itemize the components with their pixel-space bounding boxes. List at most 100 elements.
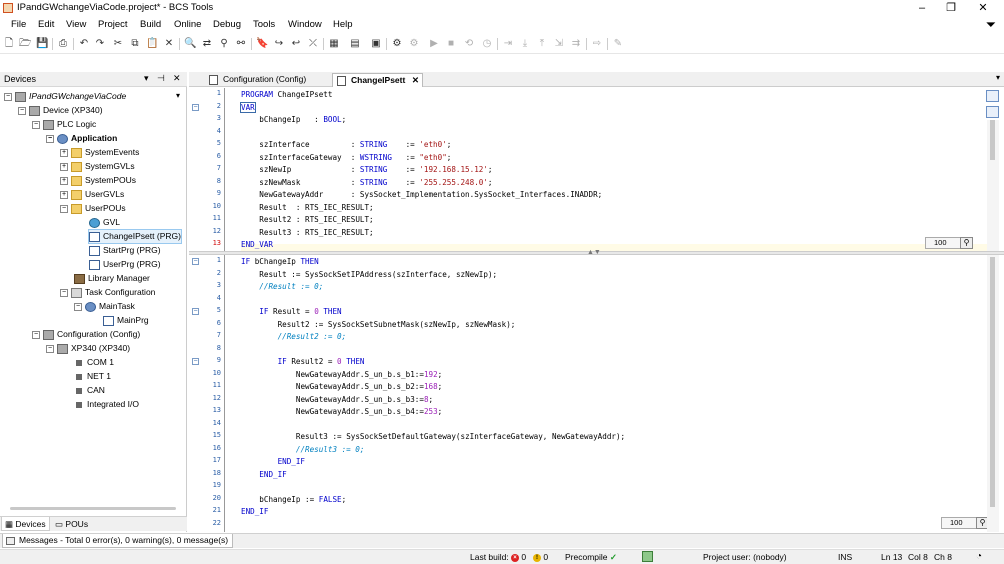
code-line[interactable]: IF bChangeIp THEN — [241, 256, 319, 268]
close-tab-icon[interactable]: ✕ — [412, 74, 419, 87]
code-line[interactable]: //Result := 0; — [241, 281, 323, 293]
menu-window[interactable]: Window — [288, 19, 322, 30]
pin-icon[interactable]: ⊣ — [157, 73, 165, 84]
settings-icon[interactable]: ◔ — [976, 551, 982, 562]
code-line[interactable]: NewGatewayAddr : SysSocket_Implementatio… — [241, 189, 602, 201]
textual-view-icon[interactable] — [986, 90, 999, 102]
device-scan-icon[interactable]: ▣ — [370, 38, 382, 50]
tree-node-project[interactable]: − IPandGWchangeViaCode — [4, 90, 126, 103]
tree-node-gvl[interactable]: GVL — [89, 216, 120, 229]
code-line[interactable]: //Result2 := 0; — [241, 331, 347, 343]
collapse-icon[interactable]: − — [60, 204, 68, 213]
error-count[interactable]: × 0 — [511, 552, 526, 562]
expand-icon[interactable]: + — [60, 148, 68, 157]
print-icon[interactable]: ⎙ — [57, 38, 69, 50]
menu-help[interactable]: Help — [333, 19, 353, 30]
expand-icon[interactable]: + — [60, 190, 68, 199]
tree-node-integrated-io[interactable]: Integrated I/O — [74, 398, 139, 411]
paste-icon[interactable]: 📋 — [146, 38, 158, 50]
declaration-code[interactable]: PROGRAM ChangeIPsett VAR bChangeIp : BOOL… — [240, 88, 987, 251]
menu-file[interactable]: File — [11, 19, 26, 30]
write-values-icon[interactable]: ✎ — [612, 38, 624, 50]
code-line[interactable]: Result2 : RTS_IEC_RESULT; — [241, 214, 373, 226]
minimize-button[interactable]: – — [912, 1, 932, 15]
tree-node-startprg[interactable]: StartPrg (PRG) — [89, 244, 161, 257]
maximize-button[interactable]: ❐ — [941, 1, 961, 15]
code-line[interactable]: NewGatewayAddr.S_un_b.s_b3:=8; — [241, 394, 433, 406]
fold-toggle-icon[interactable]: − — [192, 358, 199, 365]
tree-node-application[interactable]: − Application — [46, 132, 117, 145]
code-line[interactable]: END_IF — [241, 506, 268, 518]
next-bookmark-icon[interactable]: ↪ — [273, 38, 285, 50]
undo-icon[interactable]: ↶ — [78, 38, 90, 50]
collapse-icon[interactable]: − — [46, 134, 54, 143]
menu-tools[interactable]: Tools — [253, 19, 275, 30]
tab-devices[interactable]: ▦ Devices — [1, 517, 50, 531]
zoom-icon[interactable]: ⚲ — [960, 237, 973, 249]
code-line[interactable]: PROGRAM ChangeIPsett — [241, 89, 332, 101]
replace-in-project-icon[interactable]: ⚯ — [235, 38, 247, 50]
build-icon[interactable]: ▤ — [349, 38, 361, 50]
code-line[interactable]: END_IF — [241, 456, 305, 468]
code-line[interactable]: NewGatewayAddr.S_un_b.s_b4:=253; — [241, 406, 442, 418]
zoom-icon[interactable]: ⚲ — [976, 517, 987, 529]
fold-toggle-icon[interactable]: − — [192, 308, 199, 315]
tree-node-userpous[interactable]: − UserPOUs — [60, 202, 126, 215]
fold-toggle-icon[interactable]: − — [192, 258, 199, 265]
tree-node-mainprg[interactable]: MainPrg — [103, 314, 149, 327]
code-line[interactable]: szNewMask : STRING := '255.255.248.0'; — [241, 177, 492, 189]
save-icon[interactable]: 💾 — [36, 38, 48, 50]
code-line[interactable]: END_VAR — [241, 239, 273, 251]
code-line[interactable]: Result3 := SysSockSetDefaultGateway(szIn… — [241, 431, 625, 443]
show-current-statement-icon[interactable]: ⇨ — [591, 38, 603, 50]
messages-tab[interactable]: Messages - Total 0 error(s), 0 warning(s… — [2, 534, 234, 548]
tab-list-dropdown-icon[interactable]: ▾ — [996, 73, 1000, 82]
code-line[interactable]: Result : RTS_IEC_RESULT; — [241, 202, 373, 214]
code-line[interactable]: bChangeIp := FALSE; — [241, 494, 346, 506]
code-line[interactable]: END_IF — [241, 469, 286, 481]
tree-node-changeipsett[interactable]: ChangeIPsett (PRG) — [88, 229, 182, 244]
precompile-status[interactable]: Precompile ✓ — [565, 552, 617, 563]
cut-icon[interactable]: ✂ — [112, 38, 124, 50]
tree-node-library-manager[interactable]: Library Manager — [74, 272, 150, 285]
code-line[interactable]: VAR — [240, 101, 256, 114]
collapse-icon[interactable]: − — [32, 330, 40, 339]
collapse-icon[interactable]: − — [46, 344, 54, 353]
reset-icon[interactable]: ⟲ — [463, 38, 475, 50]
set-next-statement-icon[interactable]: ⇉ — [570, 38, 582, 50]
menu-view[interactable]: View — [66, 19, 86, 30]
warning-count[interactable]: ! 0 — [533, 552, 548, 562]
tree-node-task-configuration[interactable]: − Task Configuration — [60, 286, 155, 299]
network-status-icon[interactable] — [642, 551, 653, 562]
tree-node-systemgvls[interactable]: + SystemGVLs — [60, 160, 135, 173]
step-out-icon[interactable]: ⤒ — [536, 38, 548, 50]
collapse-icon[interactable]: − — [60, 288, 68, 297]
tree-node-maintask[interactable]: − MainTask — [74, 300, 135, 313]
collapse-icon[interactable]: − — [4, 92, 12, 101]
tab-configuration[interactable]: Configuration (Config) — [205, 73, 331, 87]
replace-icon[interactable]: ⇄ — [201, 38, 213, 50]
fold-toggle-icon[interactable]: − — [192, 103, 199, 111]
find-icon[interactable]: 🔍 — [184, 38, 196, 50]
code-line[interactable]: NewGatewayAddr.S_un_b.s_b2:=168; — [241, 381, 442, 393]
tree-node-xp340[interactable]: − XP340 (XP340) — [46, 342, 130, 355]
declaration-scrollbar[interactable] — [987, 120, 999, 251]
step-over-icon[interactable]: ⇥ — [502, 38, 514, 50]
compile-icon[interactable]: ▦ — [328, 38, 340, 50]
code-line[interactable]: szInterface : STRING := 'eth0'; — [241, 139, 451, 151]
run-to-cursor-icon[interactable]: ⇲ — [553, 38, 565, 50]
tree-node-systempous[interactable]: + SystemPOUs — [60, 174, 136, 187]
tree-node-userprg[interactable]: UserPrg (PRG) — [89, 258, 161, 271]
cycle-icon[interactable]: ◷ — [481, 38, 493, 50]
code-line[interactable]: szInterfaceGateway : WSTRING := "eth0"; — [241, 152, 451, 164]
tabular-view-icon[interactable] — [986, 106, 999, 118]
expand-icon[interactable]: + — [60, 176, 68, 185]
find-in-project-icon[interactable]: ⚲ — [218, 38, 230, 50]
code-line[interactable]: bChangeIp : BOOL; — [241, 114, 346, 126]
menu-project[interactable]: Project — [98, 19, 128, 30]
code-line[interactable]: IF Result = 0 THEN — [241, 306, 341, 318]
previous-bookmark-icon[interactable]: ↩ — [290, 38, 302, 50]
redo-icon[interactable]: ↷ — [94, 38, 106, 50]
tree-node-net1[interactable]: NET 1 — [74, 370, 111, 383]
menu-edit[interactable]: Edit — [38, 19, 54, 30]
